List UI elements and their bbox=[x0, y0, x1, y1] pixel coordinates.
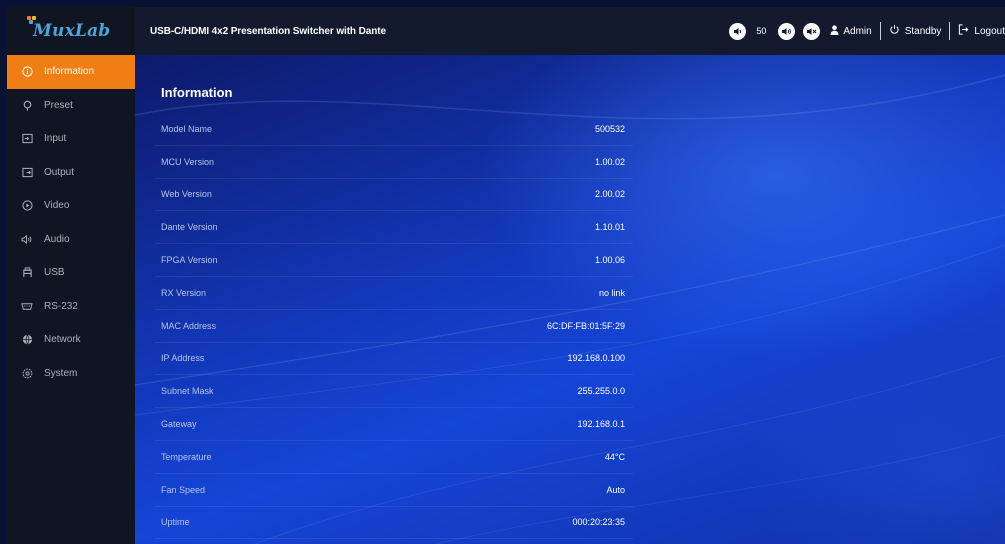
sidebar-item-label: RS-232 bbox=[44, 300, 78, 312]
sidebar: MuxLab Information Preset Input Output V… bbox=[7, 7, 135, 544]
row-label: Web Version bbox=[161, 189, 212, 200]
row-value: 1.00.06 bbox=[594, 255, 625, 266]
mute-button[interactable] bbox=[803, 22, 821, 40]
video-icon bbox=[19, 200, 35, 211]
divider bbox=[879, 22, 881, 40]
app-frame: MuxLab Information Preset Input Output V… bbox=[7, 7, 1005, 544]
row-label: Temperature bbox=[161, 451, 212, 462]
table-row: Dante Version 1.10.01 bbox=[155, 211, 633, 245]
output-icon bbox=[19, 167, 35, 178]
row-label: Model Name bbox=[161, 123, 213, 134]
table-row: Temperature 44°C bbox=[155, 441, 633, 474]
row-value: no link bbox=[598, 287, 625, 298]
table-row: RX Version no link bbox=[155, 277, 633, 310]
row-label: Fan Speed bbox=[161, 484, 206, 495]
row-value: 6C:DF:FB:01:5F:29 bbox=[546, 320, 625, 331]
sidebar-item-output[interactable]: Output bbox=[7, 156, 135, 190]
logo-dots-icon bbox=[27, 16, 37, 24]
top-controls: 50 Admin Standby Logout bbox=[725, 7, 1005, 55]
row-label: Dante Version bbox=[161, 222, 218, 233]
usb-icon bbox=[19, 267, 35, 278]
row-label: Gateway bbox=[161, 419, 197, 430]
row-value: 1.00.02 bbox=[594, 156, 625, 167]
row-value: 2.00.02 bbox=[594, 189, 625, 200]
table-row: Uptime 000:20:23:35 bbox=[155, 507, 633, 540]
sidebar-item-rs232[interactable]: RS-232 bbox=[7, 290, 135, 324]
standby-button[interactable]: Standby bbox=[905, 26, 942, 37]
sidebar-item-label: Audio bbox=[44, 233, 70, 245]
table-row: Fan Speed Auto bbox=[155, 474, 633, 507]
sidebar-item-label: Output bbox=[44, 166, 75, 178]
volume-down-button[interactable] bbox=[729, 22, 747, 40]
logo-text: MuxLab bbox=[27, 16, 110, 41]
sidebar-item-network[interactable]: Network bbox=[7, 323, 135, 357]
divider bbox=[949, 22, 951, 40]
row-label: IP Address bbox=[161, 353, 205, 364]
logout-icon bbox=[958, 24, 969, 38]
page-title: USB-C/HDMI 4x2 Presentation Switcher wit… bbox=[150, 25, 386, 37]
table-row: IP Address 192.168.0.100 bbox=[155, 343, 633, 376]
row-label: Subnet Mask bbox=[161, 386, 214, 397]
row-value: 500532 bbox=[594, 123, 625, 134]
table-row: Subnet Mask 255.255.0.0 bbox=[155, 375, 633, 409]
sidebar-item-preset[interactable]: Preset bbox=[7, 89, 135, 123]
row-value: Auto bbox=[606, 484, 625, 495]
sidebar-item-label: USB bbox=[44, 267, 65, 279]
row-value: 192.168.0.1 bbox=[577, 419, 625, 430]
logout-button[interactable]: Logout bbox=[974, 26, 1005, 37]
sidebar-item-label: System bbox=[44, 367, 78, 379]
user-name[interactable]: Admin bbox=[843, 26, 871, 37]
sidebar-item-label: Input bbox=[44, 133, 67, 145]
section-title: Information bbox=[161, 85, 233, 100]
user-icon bbox=[830, 24, 839, 38]
row-value: 255.255.0.0 bbox=[577, 386, 625, 397]
info-icon bbox=[19, 66, 35, 77]
preset-pin-icon bbox=[19, 100, 35, 111]
sidebar-item-label: Preset bbox=[44, 99, 73, 111]
volume-value: 50 bbox=[756, 26, 767, 36]
table-row: MCU Version 1.00.02 bbox=[155, 146, 633, 179]
system-icon bbox=[19, 368, 35, 379]
row-value: 000:20:23:35 bbox=[572, 517, 625, 528]
row-label: MAC Address bbox=[161, 320, 217, 331]
sidebar-item-audio[interactable]: Audio bbox=[7, 223, 135, 257]
row-label: FPGA Version bbox=[161, 255, 218, 266]
input-icon bbox=[19, 133, 35, 144]
table-row: MAC Address 6C:DF:FB:01:5F:29 bbox=[155, 310, 633, 343]
main-content: Information Model Name 500532 MCU Version… bbox=[135, 55, 1005, 544]
table-row: Gateway 192.168.0.1 bbox=[155, 408, 633, 441]
sidebar-nav: Information Preset Input Output Video Au… bbox=[7, 55, 135, 390]
logo: MuxLab bbox=[7, 7, 135, 55]
row-label: MCU Version bbox=[161, 156, 215, 167]
sidebar-item-system[interactable]: System bbox=[7, 357, 135, 391]
info-table: Model Name 500532 MCU Version 1.00.02 Web … bbox=[155, 113, 633, 540]
globe-icon bbox=[19, 334, 35, 345]
sidebar-item-label: Information bbox=[44, 66, 95, 78]
sidebar-item-input[interactable]: Input bbox=[7, 122, 135, 156]
table-row: Web Version 2.00.02 bbox=[155, 179, 633, 212]
row-label: Uptime bbox=[161, 517, 190, 528]
audio-icon bbox=[19, 234, 35, 245]
volume-up-button[interactable] bbox=[778, 22, 796, 40]
sidebar-item-usb[interactable]: USB bbox=[7, 256, 135, 290]
row-label: RX Version bbox=[161, 287, 207, 298]
table-row: FPGA Version 1.00.06 bbox=[155, 244, 633, 277]
sidebar-item-label: Video bbox=[44, 200, 70, 212]
power-icon bbox=[889, 24, 900, 38]
row-value: 1.10.01 bbox=[594, 222, 625, 233]
top-bar: USB-C/HDMI 4x2 Presentation Switcher wit… bbox=[135, 7, 1005, 55]
row-value: 192.168.0.100 bbox=[567, 353, 625, 364]
sidebar-item-information[interactable]: Information bbox=[7, 55, 135, 89]
row-value: 44°C bbox=[604, 451, 625, 462]
sidebar-item-video[interactable]: Video bbox=[7, 189, 135, 223]
sidebar-item-label: Network bbox=[44, 334, 81, 346]
rs232-icon bbox=[19, 302, 35, 311]
table-row: Model Name 500532 bbox=[155, 113, 633, 146]
